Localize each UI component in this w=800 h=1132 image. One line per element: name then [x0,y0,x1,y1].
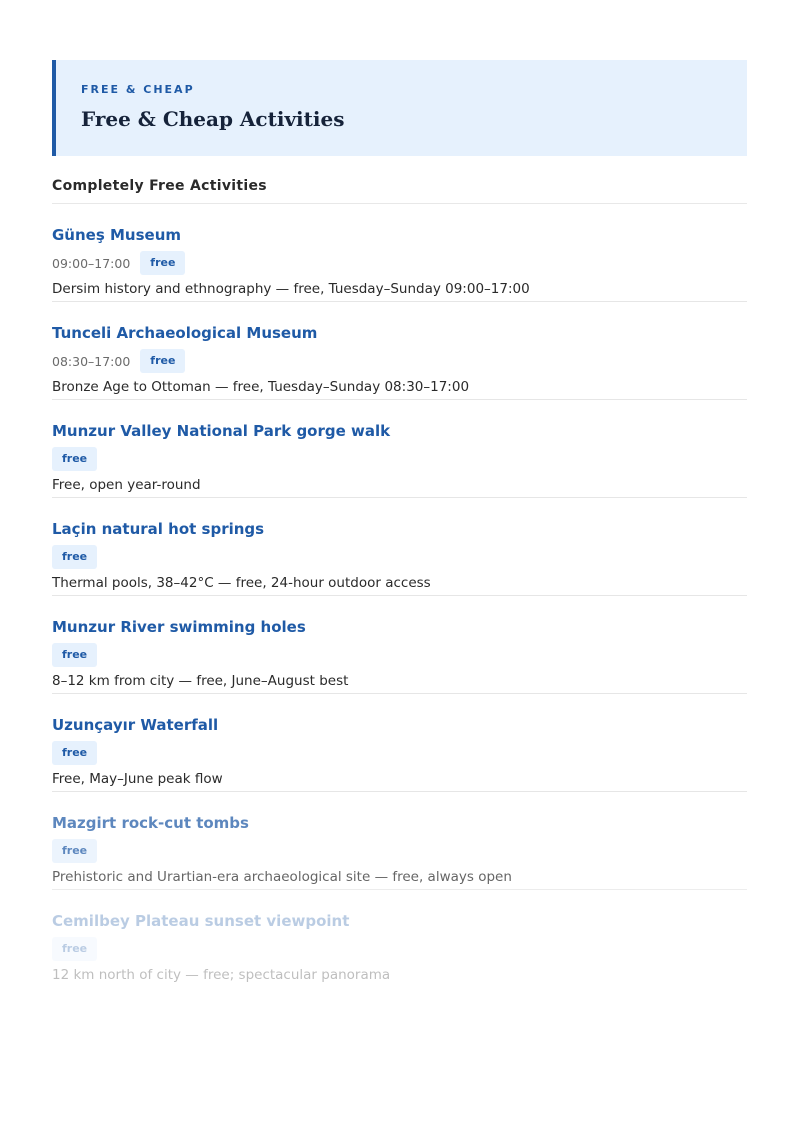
price-badge: free [52,741,98,765]
section-heading: Completely Free Activities [52,178,267,194]
page-banner: FREE & CHEAP Free & Cheap Activities [52,60,747,156]
list-item: Güneş Museum 09:00–17:00 free Dersim his… [52,204,747,302]
activity-description: Free, open year-round [52,477,201,493]
price-badge: free [52,937,98,961]
activity-title-link[interactable]: Cemilbey Plateau sunset viewpoint [52,912,349,930]
activity-title-link[interactable]: Laçin natural hot springs [52,520,264,538]
price-badge: free [52,447,98,471]
opening-hours: 09:00–17:00 [52,255,131,271]
activity-description: Free, May–June peak flow [52,771,223,787]
activity-meta: free [52,545,98,569]
price-badge: free [140,251,186,275]
list-item: Laçin natural hot springs free Thermal p… [52,498,747,596]
activity-title-link[interactable]: Munzur River swimming holes [52,618,306,636]
activity-description: Prehistoric and Urartian-era archaeologi… [52,869,512,885]
page-title: Free & Cheap Activities [81,107,345,131]
list-item: Munzur River swimming holes free 8–12 km… [52,596,747,694]
activity-title-link[interactable]: Güneş Museum [52,226,181,244]
activity-description: 12 km north of city — free; spectacular … [52,967,391,983]
list-item: Cemilbey Plateau sunset viewpoint free 1… [52,890,747,988]
price-badge: free [52,839,98,863]
list-item: Uzunçayır Waterfall free Free, May–June … [52,694,747,792]
price-badge: free [52,545,98,569]
activity-description: Dersim history and ethnography — free, T… [52,281,530,297]
activity-description: Bronze Age to Ottoman — free, Tuesday–Su… [52,379,470,395]
list-item: Tunceli Archaeological Museum 08:30–17:0… [52,302,747,400]
list-item: Mazgirt rock-cut tombs free Prehistoric … [52,792,747,890]
activity-description: 8–12 km from city — free, June–August be… [52,673,349,689]
activity-title-link[interactable]: Mazgirt rock-cut tombs [52,814,249,832]
activity-meta: 09:00–17:00 free [52,251,186,275]
activity-meta: free [52,643,98,667]
activity-meta: free [52,937,98,961]
activity-list: Güneş Museum 09:00–17:00 free Dersim his… [52,204,747,988]
activity-meta: free [52,447,98,471]
activity-description: Thermal pools, 38–42°C — free, 24-hour o… [52,575,431,591]
opening-hours: 08:30–17:00 [52,353,131,369]
activity-meta: free [52,741,98,765]
list-item: Munzur Valley National Park gorge walk f… [52,400,747,498]
activity-title-link[interactable]: Munzur Valley National Park gorge walk [52,422,390,440]
activity-meta: 08:30–17:00 free [52,349,186,373]
price-badge: free [52,643,98,667]
banner-eyebrow: FREE & CHEAP [81,83,195,96]
activity-title-link[interactable]: Uzunçayır Waterfall [52,716,218,734]
price-badge: free [140,349,186,373]
activity-meta: free [52,839,98,863]
activity-title-link[interactable]: Tunceli Archaeological Museum [52,324,317,342]
